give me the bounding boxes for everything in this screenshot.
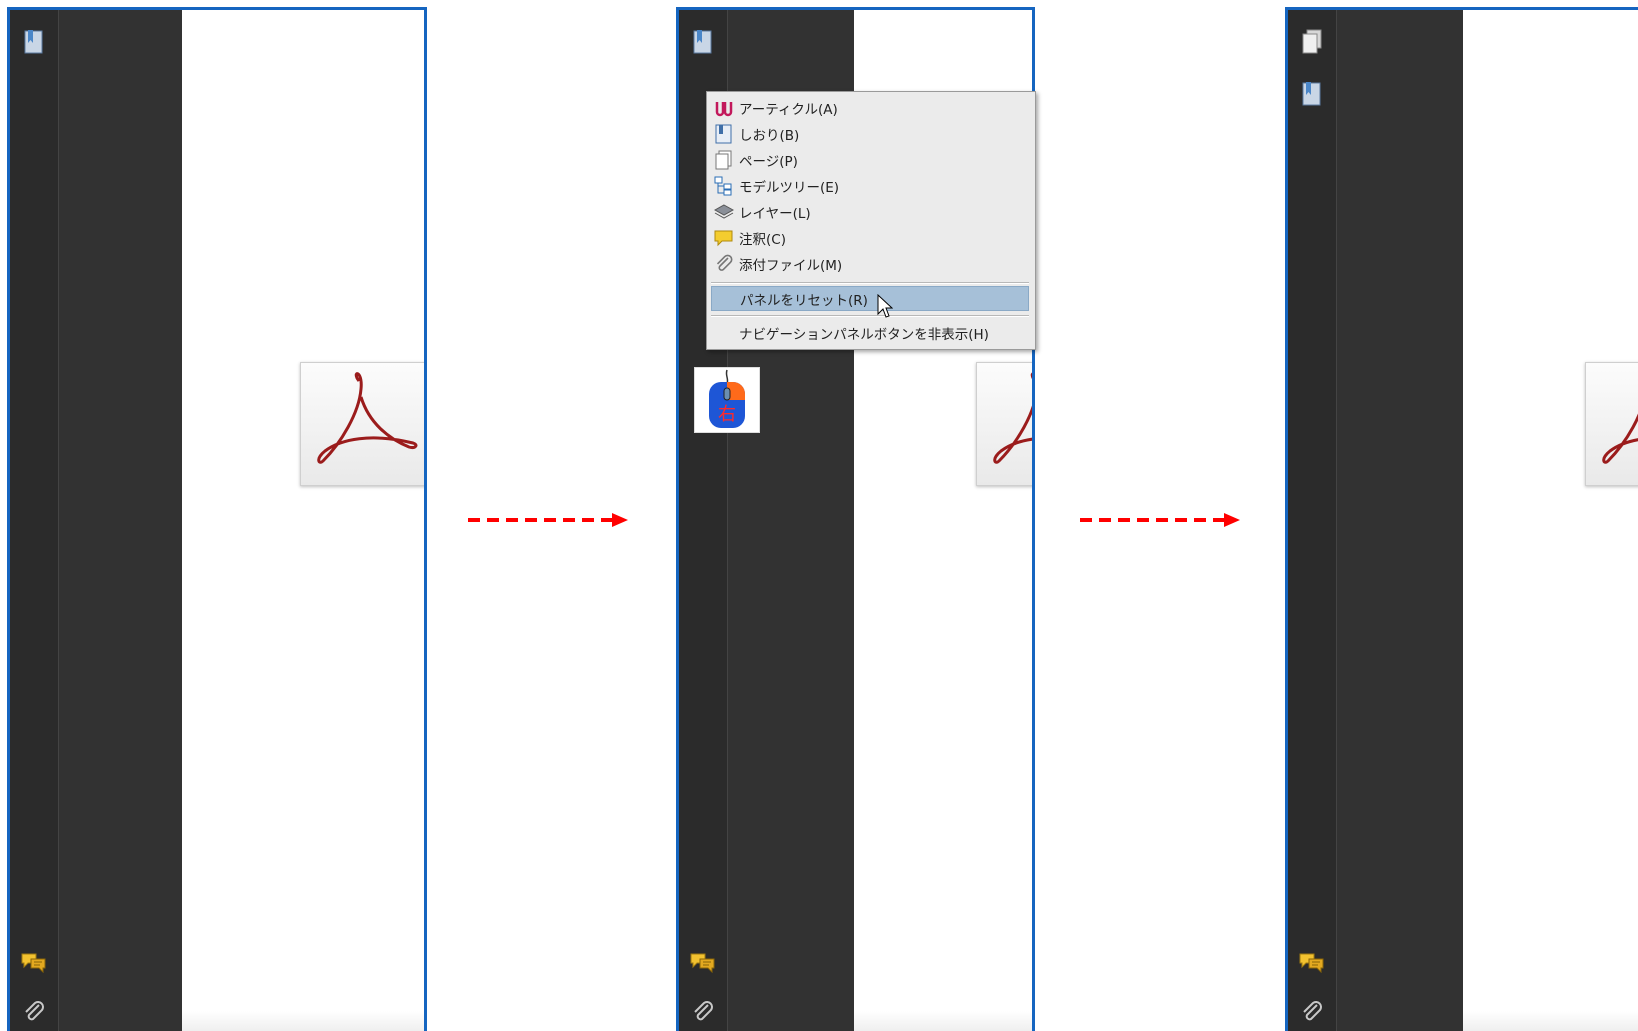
comment-icon[interactable] (1298, 948, 1326, 976)
menu-separator (711, 282, 1029, 284)
menu-item-label: しおり(B) (739, 127, 800, 144)
mouse-badge-label: 右 (718, 404, 736, 425)
comment-icon (713, 227, 735, 249)
article-icon (713, 97, 735, 119)
menu-item-attachments[interactable]: 添付ファイル(M) (711, 251, 1029, 276)
navigation-button-strip (10, 10, 59, 1031)
bookmark-icon[interactable] (1298, 80, 1326, 108)
bookmark-icon[interactable] (689, 28, 717, 56)
acrobat-logo-icon (1602, 413, 1638, 464)
pdf-document-thumbnail (1585, 362, 1638, 486)
menu-item-label: アーティクル(A) (739, 101, 838, 118)
comment-icon[interactable] (20, 948, 48, 976)
document-view (182, 10, 424, 1031)
context-menu: アーティクル(A) しおり(B) ページ(P) モデルツリー(E) レイヤー(L… (706, 91, 1036, 350)
menu-separator (711, 315, 1029, 317)
pdf-document-thumbnail (976, 362, 1032, 486)
menu-item-pages[interactable]: ページ(P) (711, 147, 1029, 172)
menu-item-bookmarks[interactable]: しおり(B) (711, 121, 1029, 146)
navigation-button-strip (1288, 10, 1337, 1031)
page-icon (713, 149, 735, 171)
navigation-panel (59, 10, 182, 1031)
arrow-right-icon (468, 513, 628, 527)
panel-after (1285, 7, 1638, 1031)
arrow-right-icon (1080, 513, 1240, 527)
mouse-pointer-icon (877, 294, 893, 318)
model-tree-icon (713, 175, 735, 197)
right-click-mouse-icon: 右 (694, 367, 760, 433)
panel-before (7, 7, 427, 1031)
menu-item-label: レイヤー(L) (739, 205, 811, 222)
attachment-icon (713, 253, 735, 275)
comment-icon[interactable] (689, 948, 717, 976)
bookmark-icon[interactable] (20, 28, 48, 56)
attachment-icon[interactable] (689, 998, 717, 1026)
menu-item-hide-nav-buttons[interactable]: ナビゲーションパネルボタンを非表示(H) (711, 320, 1029, 345)
menu-item-reset-panels[interactable]: パネルをリセット(R) (711, 286, 1029, 311)
pdf-document-thumbnail (300, 362, 424, 486)
menu-item-label: ページ(P) (739, 153, 798, 170)
menu-item-label: ナビゲーションパネルボタンを非表示(H) (739, 326, 989, 343)
menu-item-label: 注釈(C) (739, 231, 786, 248)
document-view (1463, 10, 1638, 1031)
attachment-icon[interactable] (1298, 998, 1326, 1026)
acrobat-logo-icon (317, 372, 418, 464)
menu-item-layers[interactable]: レイヤー(L) (711, 199, 1029, 224)
bookmark-icon (713, 123, 735, 145)
attachment-icon[interactable] (20, 998, 48, 1026)
page-icon[interactable] (1298, 28, 1326, 56)
layers-icon (713, 201, 735, 223)
menu-item-article[interactable]: アーティクル(A) (711, 95, 1029, 120)
menu-item-label: モデルツリー(E) (739, 179, 840, 196)
navigation-panel (1337, 10, 1463, 1031)
menu-item-label: パネルをリセット(R) (740, 292, 868, 309)
menu-item-model-tree[interactable]: モデルツリー(E) (711, 173, 1029, 198)
menu-item-label: 添付ファイル(M) (739, 257, 843, 274)
menu-item-comments[interactable]: 注釈(C) (711, 225, 1029, 250)
acrobat-logo-icon (993, 372, 1032, 464)
